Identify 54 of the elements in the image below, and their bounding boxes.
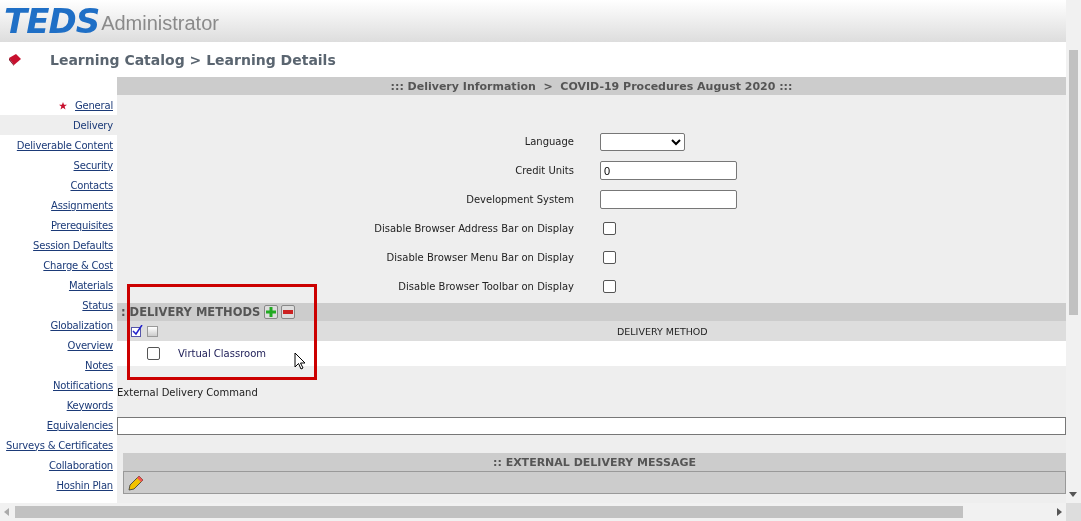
plus-icon	[266, 307, 277, 317]
checkbox[interactable]	[603, 222, 616, 235]
scrollbar-thumb[interactable]	[15, 506, 963, 518]
sidebar-link[interactable]: Globalization	[50, 319, 113, 331]
column-header: DELIVERY METHOD	[617, 325, 708, 337]
text-field[interactable]: 0	[600, 161, 737, 180]
sidebar-link[interactable]: Hoshin Plan	[56, 479, 113, 491]
sidebar-link[interactable]: Keywords	[66, 399, 113, 411]
select-all-icon[interactable]	[131, 325, 143, 337]
text-field[interactable]	[600, 190, 737, 209]
sidebar-link[interactable]: Contacts	[70, 179, 113, 191]
sidebar-link[interactable]: Materials	[68, 279, 113, 291]
remove-button[interactable]	[281, 305, 296, 319]
logo: TEDS	[4, 1, 100, 41]
table-cell: Virtual Classroom	[178, 348, 267, 359]
deselect-all-icon[interactable]	[147, 325, 158, 337]
sidebar-link[interactable]: Deliverable Content	[16, 139, 113, 151]
sidebar-link[interactable]: Overview	[67, 339, 113, 351]
section-title: : DELIVERY METHODS	[121, 305, 261, 319]
product-name: Administrator	[101, 11, 219, 35]
text-field[interactable]	[117, 417, 1066, 435]
field-label: Disable Browser Menu Bar on Display	[385, 251, 574, 265]
sidebar-link[interactable]: Notifications	[53, 379, 113, 391]
sidebar-link[interactable]: Assignments	[51, 199, 113, 211]
field-label: External Delivery Command	[117, 387, 259, 398]
sidebar-link[interactable]: Surveys & Certificates	[6, 439, 113, 451]
sidebar-link[interactable]: Charge & Cost	[43, 259, 113, 271]
section-header: :: EXTERNAL DELIVERY MESSAGE	[123, 453, 1066, 471]
checkbox[interactable]	[603, 251, 616, 264]
checkbox[interactable]	[603, 280, 616, 293]
sidebar-link[interactable]: Session Defaults	[33, 239, 113, 251]
field-label: Development System	[465, 193, 574, 207]
page-title: Learning Catalog > Learning Details	[50, 51, 336, 68]
sidebar-link[interactable]: Security	[73, 159, 113, 171]
language-dropdown[interactable]	[600, 132, 685, 151]
field-label: Disable Browser Toolbar on Display	[397, 280, 574, 294]
sidebar-link[interactable]: Prerequisites	[50, 219, 113, 231]
section-header: ::: Delivery Information > COVID-19 Procedures August 2020 :::	[117, 77, 1066, 95]
checkbox[interactable]	[147, 347, 160, 360]
field-label: Credit Units	[514, 164, 574, 178]
book-icon	[8, 52, 22, 67]
scrollbar-thumb[interactable]	[1069, 50, 1078, 315]
down-arrow-icon[interactable]	[1069, 492, 1077, 497]
sidebar-link[interactable]: General	[75, 99, 113, 111]
sidebar-link[interactable]: Status	[82, 299, 113, 311]
sidebar-link[interactable]: Collaboration	[48, 459, 113, 471]
pencil-icon[interactable]	[128, 474, 144, 491]
field-label: Disable Browser Address Bar on Display	[373, 222, 574, 236]
sidebar-link[interactable]: Notes	[85, 359, 113, 371]
add-button[interactable]	[264, 305, 279, 319]
field-label: Language	[523, 135, 574, 149]
sidebar-link[interactable]: Equivalencies	[46, 419, 113, 431]
minus-icon	[283, 310, 294, 314]
right-arrow-icon[interactable]	[1057, 508, 1062, 516]
